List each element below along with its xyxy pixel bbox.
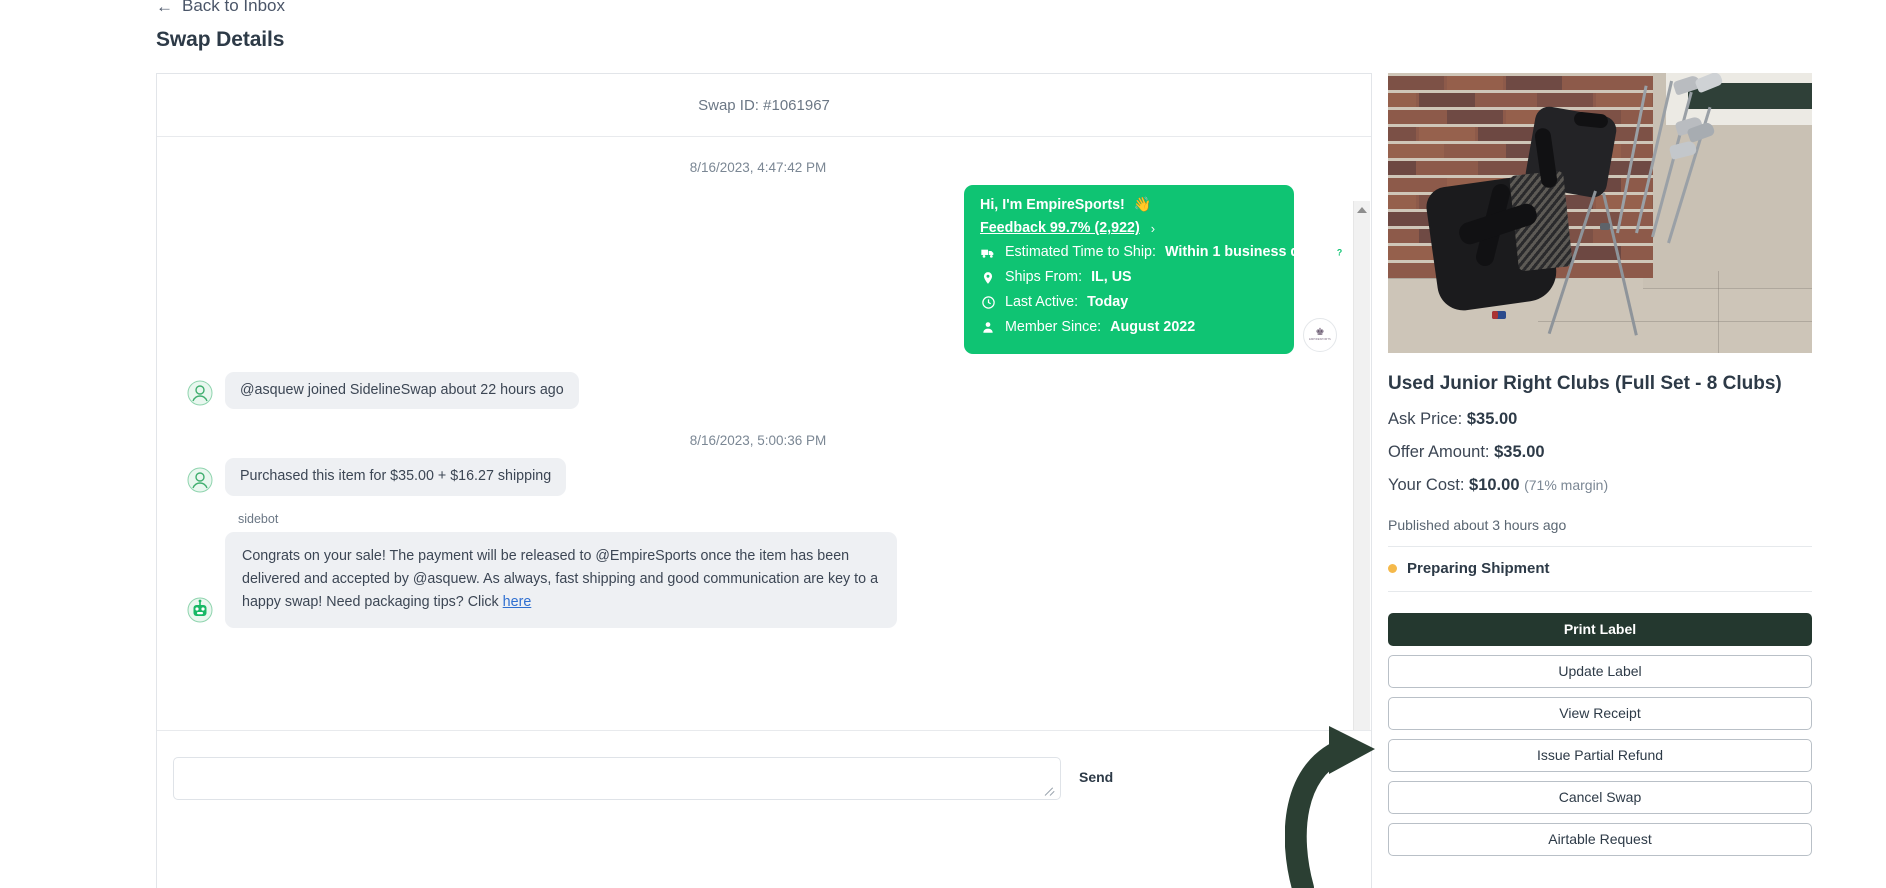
buyer-avatar <box>187 467 213 493</box>
sidebot-name: sidebot <box>238 511 279 526</box>
map-pin-icon <box>980 270 996 286</box>
margin-note: (71% margin) <box>1524 476 1609 493</box>
swap-id-label: Swap ID: #1061967 <box>698 96 830 114</box>
seller-greeting: Hi, I'm EmpireSports! <box>980 197 1125 213</box>
chat-scrollbar[interactable] <box>1353 201 1370 730</box>
swap-id-bar: Swap ID: #1061967 <box>157 74 1371 137</box>
product-title: Used Junior Right Clubs (Full Set - 8 Cl… <box>1388 373 1782 394</box>
seller-intro-row: Hi, I'm EmpireSports! 👋 Feedback 99.7% (… <box>187 185 1346 355</box>
back-to-inbox-link[interactable]: ← Back to Inbox <box>156 0 285 16</box>
seller-feedback-label: Feedback 99.7% (2,922) <box>980 220 1140 237</box>
chat-card: Swap ID: #1061967 8/16/2023, 4:47:42 PM … <box>156 73 1372 888</box>
person-icon <box>980 320 996 336</box>
buyer-avatar <box>187 380 213 406</box>
last-active-label: Last Active: <box>1005 294 1079 311</box>
message-timestamp: 8/16/2023, 4:47:42 PM <box>689 160 827 175</box>
arrow-left-icon: ← <box>156 0 173 16</box>
chevron-right-icon: › <box>1150 220 1156 236</box>
sidebot-message-bubble: Congrats on your sale! The payment will … <box>225 531 897 629</box>
chat-message-list[interactable]: 8/16/2023, 4:47:42 PM Hi, I'm EmpireSpor… <box>157 137 1371 731</box>
message-bubble: @asquew joined SidelineSwap about 22 hou… <box>225 372 579 410</box>
message-row: @asquew joined SidelineSwap about 22 hou… <box>187 372 1341 410</box>
your-cost-label: Your Cost: <box>1388 475 1465 494</box>
issue-partial-refund-button[interactable]: Issue Partial Refund <box>1388 738 1812 772</box>
member-since-label: Member Since: <box>1005 319 1102 336</box>
sidebot-robot-avatar <box>187 597 213 623</box>
view-receipt-button[interactable]: View Receipt <box>1388 696 1812 730</box>
truck-icon <box>980 245 996 261</box>
estimated-ship-label: Estimated Time to Ship: <box>1005 244 1156 261</box>
chevron-up-icon[interactable] <box>1354 201 1370 218</box>
update-label-button[interactable]: Update Label <box>1388 654 1812 688</box>
airtable-request-button[interactable]: Airtable Request <box>1388 822 1812 856</box>
status-label: Preparing Shipment <box>1407 559 1550 577</box>
page-title: Swap Details <box>156 28 285 51</box>
ask-price-row: Ask Price: $35.00 <box>1388 410 1812 429</box>
message-bubble: Purchased this item for $35.00 + $16.27 … <box>225 458 567 496</box>
status-badge: Preparing Shipment <box>1388 547 1812 592</box>
published-timestamp: Published about 3 hours ago <box>1388 517 1812 547</box>
seller-intro-card: Hi, I'm EmpireSports! 👋 Feedback 99.7% (… <box>964 185 1346 355</box>
product-image <box>1388 73 1812 353</box>
last-active-row: Last Active: Today <box>980 290 1278 315</box>
cancel-swap-button[interactable]: Cancel Swap <box>1388 780 1812 814</box>
member-since-value: August 2022 <box>1110 319 1196 336</box>
clock-icon <box>980 295 996 311</box>
action-button-list: Print Label Update Label View Receipt Is… <box>1388 612 1812 856</box>
ask-price-label: Ask Price: <box>1388 409 1463 428</box>
packaging-tips-link[interactable]: here <box>503 594 532 610</box>
print-label-button[interactable]: Print Label <box>1388 612 1812 646</box>
seller-greeting-line: Hi, I'm EmpireSports! 👋 <box>980 198 1278 217</box>
message-timestamp: 8/16/2023, 5:00:36 PM <box>689 433 827 449</box>
offer-amount-value: $35.00 <box>1494 442 1545 461</box>
ships-from-value: IL, US <box>1091 269 1132 286</box>
back-to-inbox-label: Back to Inbox <box>182 0 286 15</box>
offer-amount-row: Offer Amount: $35.00 <box>1388 443 1812 462</box>
last-active-value: Today <box>1087 294 1129 311</box>
estimated-ship-value: Within 1 business day <box>1164 244 1316 261</box>
your-cost-value: $10.00 <box>1469 475 1520 494</box>
message-input[interactable] <box>173 757 1061 800</box>
empiresports-avatar[interactable]: ♚ EMPIRESPORTS <box>1303 318 1337 353</box>
help-circle-icon[interactable]: ? <box>1331 245 1347 261</box>
estimated-ship-row: Estimated Time to Ship: Within 1 busines… <box>980 240 1346 265</box>
listing-side-panel: Used Junior Right Clubs (Full Set - 8 Cl… <box>1388 73 1812 856</box>
swap-details-page: ← Back to Inbox Swap Details Swap ID: #1… <box>0 0 1886 888</box>
seller-feedback-link[interactable]: Feedback 99.7% (2,922) › <box>980 217 1278 240</box>
offer-amount-label: Offer Amount: <box>1388 442 1490 461</box>
your-cost-row: Your Cost: $10.00 (71% margin) <box>1388 476 1812 495</box>
crest-logo: ♚ EMPIRESPORTS <box>1309 327 1331 342</box>
ships-from-row: Ships From: IL, US <box>980 265 1278 290</box>
ships-from-label: Ships From: <box>1005 269 1083 286</box>
member-since-row: Member Since: August 2022 <box>980 315 1278 340</box>
sidebot-message-text: Congrats on your sale! The payment will … <box>242 547 879 610</box>
ask-price-value: $35.00 <box>1466 409 1518 428</box>
message-composer: Send <box>157 731 1371 888</box>
status-dot-icon <box>1388 563 1397 573</box>
svg-text:?: ? <box>1336 248 1341 258</box>
sidebot-message-block: sidebot Congrats on your sale! The payme… <box>187 511 1341 629</box>
wave-emoji: 👋 <box>1133 197 1152 213</box>
send-button[interactable]: Send <box>1079 769 1113 785</box>
message-row: Purchased this item for $35.00 + $16.27 … <box>187 458 1341 496</box>
